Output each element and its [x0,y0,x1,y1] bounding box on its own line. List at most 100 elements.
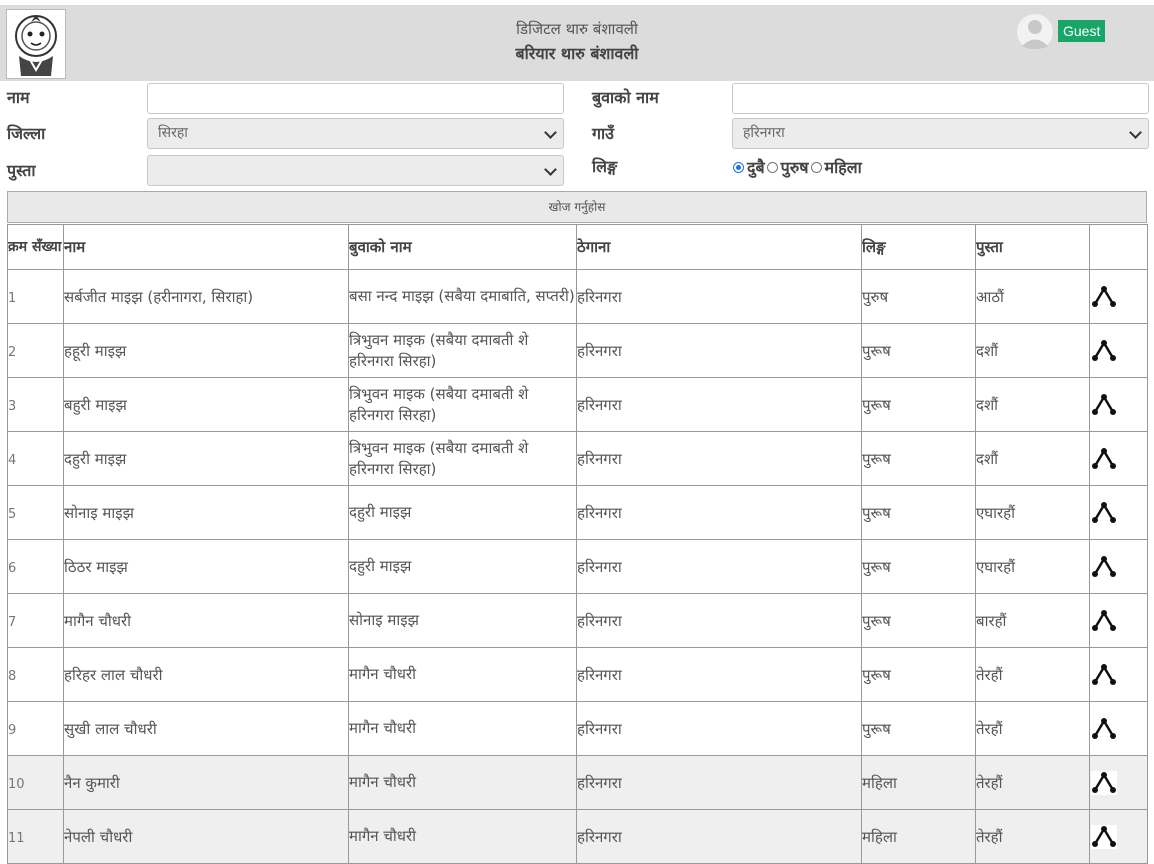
cell-serial: 6 [7,539,64,594]
header-serial: क्रम सँख्या [7,224,64,270]
gender-radio-both[interactable] [733,161,744,173]
cell-generation: तेरहौं [975,809,1090,864]
cell-gender: महिला [861,755,976,810]
village-selected: हरिनगरा [743,125,785,141]
cell-generation: एघारहौं [975,485,1090,540]
village-label: गाउँ [592,124,614,143]
cell-serial: 8 [7,647,64,702]
cell-generation: एघारहौं [975,539,1090,594]
table-row: 11 नेपली चौधरी मागैन चौधरी हरिनगरा महिला… [7,809,1148,864]
gender-radio-female[interactable] [810,161,822,173]
site-title: बरियार थारु बंशावली [515,44,639,63]
cell-gender: पुरूष [861,485,976,540]
cell-name: बहुरी माइझ [63,377,349,432]
cell-generation: आठौं [975,269,1090,324]
user-badge[interactable]: Guest [1058,20,1106,42]
cell-serial: 9 [7,701,64,756]
cell-serial: 7 [7,593,64,648]
cell-father: मागैन चौधरी [348,647,577,702]
cell-action [1089,539,1148,594]
table-row: 9 सुखी लाल चौधरी मागैन चौधरी हरिनगरा पुर… [7,701,1148,756]
cell-name: ठिठर माइझ [63,539,349,594]
cell-action [1089,377,1148,432]
cell-gender: पुरुष [861,269,976,324]
search-button[interactable]: खोज गर्नुहोस [7,191,1147,223]
father-name-input[interactable] [732,83,1149,114]
table-row: 5 सोनाइ माइझ दहुरी माइझ हरिनगरा पुरूष एघ… [7,485,1148,540]
table-header-row: क्रम सँख्या नाम बुवाको नाम ठेगाना लिङ्ग … [7,224,1148,270]
cell-action [1089,485,1148,540]
cell-generation: दशौं [975,377,1090,432]
village-select[interactable]: हरिनगरा [732,118,1149,149]
cell-name: सुखी लाल चौधरी [63,701,349,756]
cell-generation: दशौं [975,431,1090,486]
chevron-down-icon [544,126,557,139]
cell-action [1089,593,1148,648]
generation-select[interactable] [147,155,564,186]
cell-address: हरिनगरा [576,701,862,756]
family-tree-icon[interactable] [1091,338,1117,363]
cell-serial: 3 [7,377,64,432]
cell-gender: पुरूष [861,647,976,702]
cell-father: दहुरी माइझ [348,539,577,594]
cell-gender: महिला [861,809,976,864]
table-row: 6 ठिठर माइझ दहुरी माइझ हरिनगरा पुरूष एघा… [7,539,1148,594]
cell-father: मागैन चौधरी [348,701,577,756]
family-tree-icon[interactable] [1091,500,1117,525]
cell-father: दहुरी माइझ [348,485,577,540]
cell-generation: दशौं [975,323,1090,378]
table-row: 1 सर्बजीत माइझ (हरीनागरा, सिराहा) बसा नन… [7,269,1148,324]
cell-action [1089,701,1148,756]
cell-father: त्रिभुवन माइक (सबैया दमाबती शे हरिनगरा स… [348,431,577,486]
family-tree-icon[interactable] [1091,554,1117,579]
cell-address: हरिनगरा [576,269,862,324]
family-tree-icon[interactable] [1091,608,1117,633]
cell-serial: 5 [7,485,64,540]
cell-serial: 2 [7,323,64,378]
gender-radio-male[interactable] [766,161,778,173]
table-row: 3 बहुरी माइझ त्रिभुवन माइक (सबैया दमाबती… [7,377,1148,432]
cell-serial: 4 [7,431,64,486]
cell-action [1089,647,1148,702]
cell-address: हरिनगरा [576,539,862,594]
cell-gender: पुरूष [861,377,976,432]
table-row: 2 हहूरी माइझ त्रिभुवन माइक (सबैया दमाबती… [7,323,1148,378]
cell-action [1089,809,1148,864]
family-tree-icon[interactable] [1091,662,1117,687]
family-tree-icon[interactable] [1091,284,1117,309]
cell-father: त्रिभुवन माइक (सबैया दमाबती शे हरिनगरा स… [348,377,577,432]
header-generation: पुस्ता [975,224,1090,270]
header-name: नाम [63,224,349,270]
cell-generation: बारहौं [975,593,1090,648]
cell-father: मागैन चौधरी [348,755,577,810]
family-tree-icon[interactable] [1091,716,1117,741]
table-row: 10 नैन कुमारी मागैन चौधरी हरिनगरा महिला … [7,755,1148,810]
family-tree-icon[interactable] [1091,446,1117,471]
chevron-down-icon [544,163,557,176]
cell-name: हरिहर लाल चौधरी [63,647,349,702]
cell-serial: 11 [7,809,64,864]
cell-name: हहूरी माइझ [63,323,349,378]
cell-serial: 1 [7,269,64,324]
name-input[interactable] [147,83,564,114]
genealogy-table: क्रम सँख्या नाम बुवाको नाम ठेगाना लिङ्ग … [7,224,1148,864]
cell-name: मागैन चौधरी [63,593,349,648]
cell-father: बसा नन्द माइझ (सबैया दमाबाति, सप्तरी) [348,269,577,324]
cell-serial: 10 [7,755,64,810]
cell-name: नैन कुमारी [63,755,349,810]
header-action [1089,224,1148,270]
district-selected: सिरहा [158,125,188,141]
family-tree-icon[interactable] [1091,770,1117,795]
district-select[interactable]: सिरहा [147,118,564,149]
family-tree-icon[interactable] [1091,392,1117,417]
header-address: ठेगाना [576,224,862,270]
table-row: 4 दहुरी माइझ त्रिभुवन माइक (सबैया दमाबती… [7,431,1148,486]
cell-address: हरिनगरा [576,485,862,540]
family-tree-icon[interactable] [1091,824,1117,849]
user-avatar-icon[interactable] [1017,13,1053,51]
page-header: डिजिटल थारु बंशावली बरियार थारु बंशावली … [0,5,1154,81]
gender-option-female: महिला [824,158,862,177]
generation-label: पुस्ता [7,161,36,180]
cell-name: नेपली चौधरी [63,809,349,864]
cell-address: हरिनगरा [576,809,862,864]
